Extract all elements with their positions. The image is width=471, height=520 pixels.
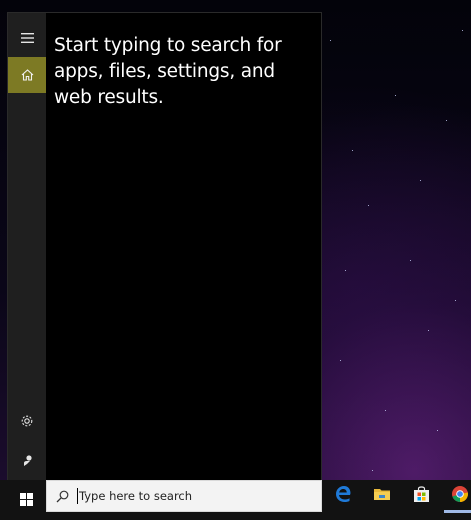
hamburger-menu-button[interactable]: [8, 19, 46, 55]
feedback-icon: [21, 452, 34, 471]
store-taskbar-button[interactable]: [401, 480, 441, 512]
chrome-taskbar-button[interactable]: [440, 480, 471, 512]
hamburger-icon: [20, 28, 34, 47]
home-icon: [21, 66, 34, 85]
search-input[interactable]: [79, 489, 299, 503]
taskbar-search-box[interactable]: [46, 480, 322, 512]
search-hint-text: Start typing to search for apps, files, …: [54, 35, 282, 108]
text-caret: [77, 488, 78, 504]
edge-icon: [334, 485, 352, 507]
settings-button[interactable]: [8, 404, 46, 440]
windows-logo-icon: [19, 491, 33, 510]
store-icon: [413, 485, 430, 507]
home-button[interactable]: [8, 57, 46, 93]
start-button[interactable]: [7, 480, 45, 520]
feedback-button[interactable]: [8, 443, 46, 479]
search-icon: [47, 490, 77, 503]
chrome-active-indicator: [444, 510, 471, 513]
gear-icon: [20, 413, 34, 432]
taskbar: [0, 480, 471, 520]
search-panel: Start typing to search for apps, files, …: [7, 12, 322, 480]
edge-taskbar-button[interactable]: [323, 480, 363, 512]
file-explorer-taskbar-button[interactable]: [362, 480, 402, 512]
left-rail: [8, 13, 46, 480]
folder-icon: [373, 486, 391, 506]
chrome-icon: [451, 485, 469, 507]
